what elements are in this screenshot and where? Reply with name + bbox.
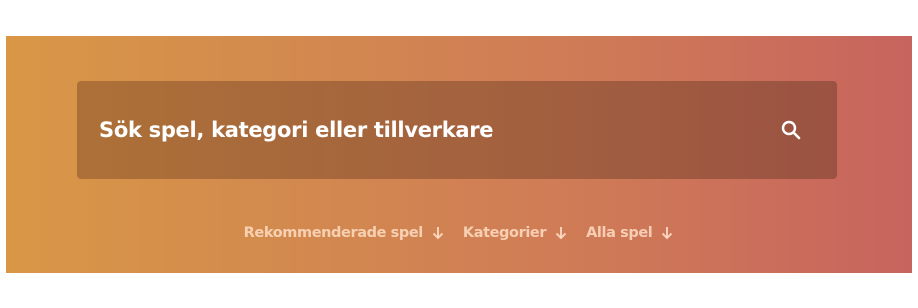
arrow-down-icon xyxy=(431,225,445,241)
search-input[interactable] xyxy=(99,110,769,150)
quick-link-label: Alla spel xyxy=(586,225,653,241)
quick-links: Rekommenderade spel Kategorier Alla spel xyxy=(6,218,912,248)
hero-banner: Rekommenderade spel Kategorier xyxy=(6,36,912,273)
quick-link-categories[interactable]: Kategorier xyxy=(463,225,568,241)
quick-link-label: Kategorier xyxy=(462,225,547,241)
search-icon[interactable] xyxy=(769,108,813,152)
arrow-down-icon xyxy=(554,225,568,241)
quick-link-label: Rekommenderade spel xyxy=(243,225,424,241)
quick-link-all-games[interactable]: Alla spel xyxy=(586,225,674,241)
page: Rekommenderade spel Kategorier xyxy=(0,0,918,308)
quick-link-recommended-games[interactable]: Rekommenderade spel xyxy=(244,225,445,241)
arrow-down-icon xyxy=(660,225,674,241)
search-bar[interactable] xyxy=(77,81,837,179)
